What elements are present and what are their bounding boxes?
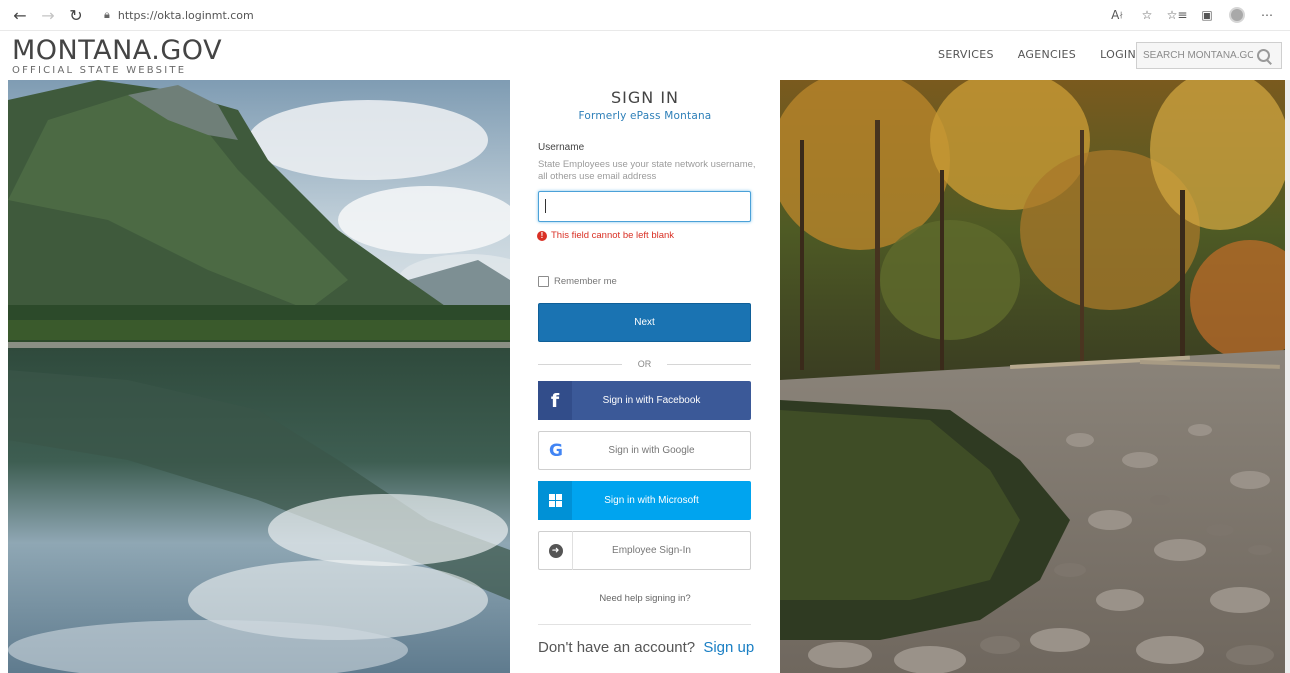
sign-in-microsoft-button[interactable]: Sign in with Microsoft [538, 481, 751, 520]
google-label: Sign in with Google [608, 445, 695, 456]
brand-logo[interactable]: MONTANA.GOV OFFICIAL STATE WEBSITE [12, 35, 223, 77]
sign-in-facebook-button[interactable]: f Sign in with Facebook [538, 381, 751, 420]
or-divider: OR [538, 358, 751, 370]
mountain-lake-photo [8, 80, 510, 673]
header-search [1136, 42, 1282, 69]
google-icon: G [549, 440, 563, 461]
remember-me-row[interactable]: Remember me [538, 276, 617, 287]
facebook-label: Sign in with Facebook [602, 395, 701, 406]
search-input[interactable] [1137, 43, 1253, 68]
error-icon: ! [537, 230, 547, 241]
sign-up-link[interactable]: Sign up [703, 639, 754, 656]
header-nav: SERVICES AGENCIES LOGIN [914, 48, 1136, 61]
signup-row: Don't have an account? Sign up [538, 639, 754, 656]
sign-in-google-button[interactable]: G Sign in with Google [538, 431, 751, 470]
sign-in-title: SIGN IN [610, 88, 679, 107]
read-aloud-icon[interactable]: A ∤ [1102, 3, 1132, 27]
forward-arrow-icon[interactable]: → [34, 3, 62, 27]
microsoft-icon [538, 481, 572, 520]
refresh-icon[interactable]: ↻ [62, 3, 90, 27]
text-caret [545, 199, 546, 213]
sign-in-subtitle: Formerly ePass Montana [578, 110, 712, 122]
address-bar[interactable]: 🔒︎ https://okta.loginmt.com [104, 8, 254, 22]
favorite-star-icon[interactable]: ☆ [1132, 3, 1162, 27]
login-card: SIGN IN Formerly ePass Montana Username … [510, 80, 780, 673]
footer-divider [538, 624, 751, 625]
search-icon[interactable] [1253, 45, 1275, 67]
page-scrollbar[interactable] [1285, 80, 1290, 673]
divider-line-right [667, 364, 751, 365]
username-error: ! This field cannot be left blank [537, 230, 674, 241]
help-signing-in-link[interactable]: Need help signing in? [510, 593, 780, 604]
url-text[interactable]: https://okta.loginmt.com [118, 9, 254, 22]
nav-services-link[interactable]: SERVICES [938, 48, 994, 61]
site-header: MONTANA.GOV OFFICIAL STATE WEBSITE SERVI… [0, 30, 1290, 80]
collections-icon[interactable]: ▣ [1192, 3, 1222, 27]
error-message: This field cannot be left blank [551, 230, 675, 241]
facebook-icon: f [538, 381, 572, 420]
arrow-right-circle-icon: ➜ [539, 531, 573, 570]
microsoft-label: Sign in with Microsoft [604, 495, 699, 506]
nav-login-link[interactable]: LOGIN [1100, 48, 1136, 61]
profile-avatar[interactable] [1222, 3, 1252, 27]
brand-title: MONTANA.GOV [12, 35, 223, 66]
employee-sign-in-button[interactable]: ➜ Employee Sign-In [538, 531, 751, 570]
remember-me-checkbox[interactable] [538, 276, 549, 287]
username-hint: State Employees use your state network u… [538, 159, 756, 182]
no-account-text: Don't have an account? [538, 639, 696, 656]
more-icon[interactable]: ⋯ [1252, 3, 1282, 27]
lock-icon: 🔒︎ [104, 8, 110, 21]
back-arrow-icon[interactable]: ← [6, 3, 34, 27]
browser-toolbar: ← → ↻ 🔒︎ https://okta.loginmt.com A ∤ ☆ ☆… [0, 0, 1290, 30]
browser-actions: A ∤ ☆ ☆≡ ▣ ⋯ [1102, 3, 1282, 27]
username-label: Username [538, 142, 585, 153]
remember-me-label[interactable]: Remember me [554, 276, 617, 287]
next-button[interactable]: Next [538, 303, 751, 342]
nav-agencies-link[interactable]: AGENCIES [1018, 48, 1076, 61]
favorites-list-icon[interactable]: ☆≡ [1162, 3, 1192, 27]
autumn-forest-shore-photo [780, 80, 1285, 673]
brand-subtitle: OFFICIAL STATE WEBSITE [12, 65, 187, 76]
username-input[interactable] [538, 191, 751, 222]
employee-label: Employee Sign-In [612, 545, 691, 556]
